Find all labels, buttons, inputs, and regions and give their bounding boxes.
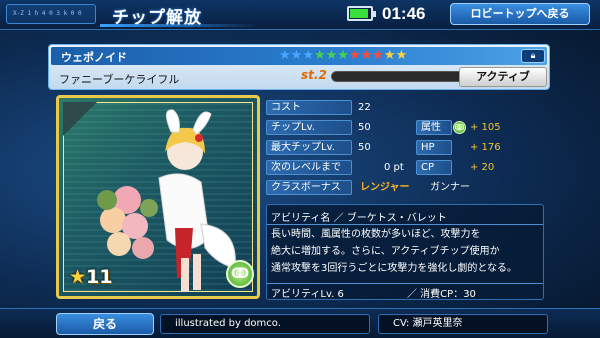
ability-line-3: 通常攻撃を3回行うごとに攻撃力を強化し劇的となる。 [271,263,518,274]
attribute-value: + 105 [470,122,501,133]
header-deco-text: X-Z 1 h 4 0 3 k 0 0 [13,10,82,17]
rarity-star-10: ★ [383,48,396,63]
wind-icon: ↂ [226,260,254,288]
ability-footer: アビリティLv. 6 ／ 消費CP：30 [267,283,543,300]
rarity-star-1: ★ [279,48,291,63]
rarity-star-7: ★ [348,48,361,63]
lobby-top-button[interactable]: ロビートップへ戻る [450,3,590,25]
active-button[interactable]: アクティブ [459,67,547,87]
battery-icon [347,6,376,21]
rarity-star-3: ★ [302,48,314,63]
battery-nub [373,11,376,17]
rarity-star-4: ★ [313,48,326,63]
ability-line-2: 絶大に増加する。さらに、アクティブチップ使用か [271,246,500,257]
hp-value: + 176 [470,142,501,153]
rarity-star-8: ★ [360,48,373,63]
ability-description: 長い時間、風属性の枚数が多いほど、攻撃力を 絶大に増加する。さらに、アクティブチ… [271,226,541,277]
rarity-level: ★11 [69,266,113,288]
max-lv-label: 最大チップLv. [266,140,352,155]
header-bar: X-Z 1 h 4 0 3 k 0 0 チップ解放 01:46 ロビートップへ戻… [0,0,600,30]
chip-type: ウェポノイド [61,51,127,64]
back-button[interactable]: 戻る [56,313,154,335]
cost-label: コスト [266,100,352,115]
rarity-star-9: ★ [372,48,384,63]
max-lv-value: 50 [358,142,371,153]
cp-value: + 20 [470,162,495,173]
rarity-star-6: ★ [337,48,349,63]
clock: 01:46 [382,4,426,23]
ability-cost: ／ 消費CP：30 [407,289,476,300]
rarity-stars: ★★★★★★★★★★★ [279,48,407,63]
class-bonus-label: クラスボーナス [266,180,352,195]
ability-level: アビリティLv. 6 [271,289,344,300]
chip-name-panel: ウェポノイド ★★★★★★★★★★★ 🔒︎ ファニーブーケライフル st.2 ア… [48,44,550,90]
class-bonus-ranger: レンジャー [360,182,410,193]
chip-name: ファニーブーケライフル [59,73,180,86]
chip-stage: st.2 [301,68,327,82]
cost-value: 22 [358,102,371,113]
next-level-value: 0 pt [384,162,404,173]
wind-attribute-icon: ↂ [453,121,466,134]
ability-divider [267,224,543,225]
class-bonus-gunner: ガンナー [430,182,470,193]
chip-type-band: ウェポノイド ★★★★★★★★★★★ 🔒︎ [51,47,547,65]
attribute-label: 属性 [416,120,452,135]
cp-label: CP [416,160,452,175]
voice-actor-credit: CV: 瀬戸英里奈 [378,314,548,334]
chip-lv-label: チップLv. [266,120,352,135]
footer-bar: 戻る illustrated by domco. CV: 瀬戸英里奈 [0,308,600,338]
battery-fill [350,9,368,18]
rarity-star-11: ★ [395,48,408,63]
chip-card: ★11 ↂ [56,95,260,299]
next-level-label: 次のレベルまで [266,160,352,175]
ability-title: アビリティ名 ／ ブーケトス・バレット [271,213,447,224]
illustrator-credit: illustrated by domco. [160,314,370,334]
ability-line-1: 長い時間、風属性の枚数が多いほど、攻撃力を [271,229,481,240]
stats-panel: コスト 22 チップLv. 50 最大チップLv. 50 次のレベルまで 0 p… [266,96,544,200]
rarity-star-5: ★ [325,48,338,63]
chip-lv-value: 50 [358,122,371,133]
header-decoration: X-Z 1 h 4 0 3 k 0 0 [6,4,96,24]
lock-icon[interactable]: 🔒︎ [521,49,545,63]
character-illustration [97,109,236,292]
hp-label: HP [416,140,452,155]
ability-panel: アビリティ名 ／ ブーケトス・バレット 長い時間、風属性の枚数が多いほど、攻撃力… [266,204,544,300]
rarity-star-2: ★ [290,48,303,63]
title-underline [100,24,260,27]
